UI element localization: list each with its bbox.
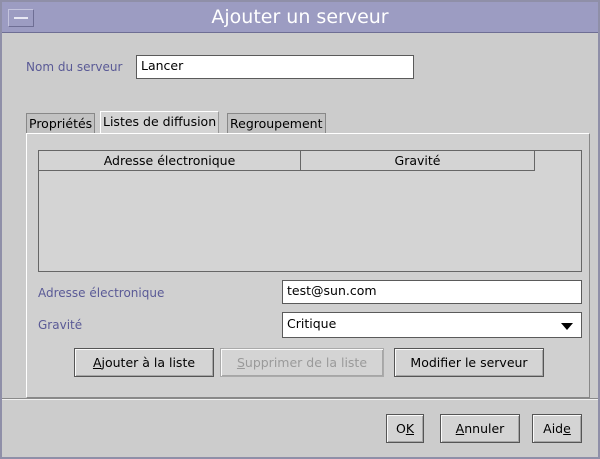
chevron-down-icon[interactable] (561, 323, 573, 330)
column-header-email[interactable]: Adresse électronique (39, 151, 301, 171)
severity-label: Gravité (38, 318, 83, 332)
divider (2, 398, 598, 400)
tab-mailing-lists[interactable]: Listes de diffusion (100, 111, 220, 135)
tab-clustering[interactable]: Regroupement (227, 113, 326, 135)
severity-selected-value: Critique (287, 316, 337, 331)
help-button[interactable]: Aide (532, 414, 582, 443)
remove-from-list-button[interactable]: Supprimer de la liste (220, 348, 384, 377)
window-title: Ajouter un serveur (211, 6, 389, 28)
server-name-label: Nom du serveur (26, 60, 123, 74)
email-input[interactable]: test@sun.com (282, 280, 582, 304)
title-bar[interactable]: Ajouter un serveur (2, 2, 598, 33)
add-to-list-button[interactable]: Ajouter à la liste (74, 348, 214, 377)
column-header-severity[interactable]: Gravité (301, 151, 535, 171)
mailing-list-table[interactable]: Adresse électronique Gravité (38, 150, 582, 272)
dialog-window: Ajouter un serveur Nom du serveur Lancer… (0, 0, 600, 459)
tab-properties[interactable]: Propriétés (26, 113, 96, 135)
email-label: Adresse électronique (38, 286, 165, 300)
cancel-button[interactable]: Annuler (440, 414, 520, 443)
server-name-input[interactable]: Lancer (136, 55, 414, 79)
severity-select[interactable]: Critique (282, 312, 582, 338)
modify-server-button[interactable]: Modifier le serveur (394, 348, 544, 377)
ok-button[interactable]: OK (386, 414, 424, 443)
